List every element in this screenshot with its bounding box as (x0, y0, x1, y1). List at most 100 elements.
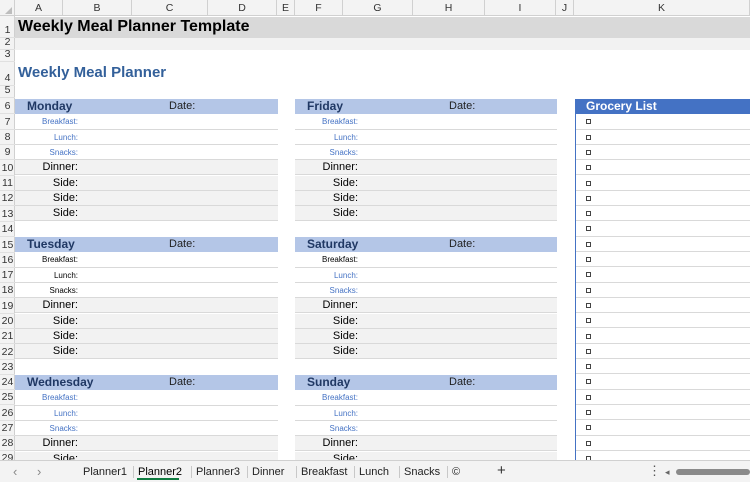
meal-row-breakfast[interactable]: Breakfast: (15, 252, 278, 268)
checkbox-icon[interactable] (586, 134, 591, 140)
chevron-left-icon[interactable]: ‹ (13, 464, 17, 479)
meal-row-side[interactable]: Side: (15, 451, 278, 460)
row-header-3[interactable]: 3 (0, 48, 15, 62)
row-header-11[interactable]: 11 (0, 176, 15, 191)
checkbox-icon[interactable] (586, 394, 591, 400)
column-header-d[interactable]: D (208, 0, 277, 16)
sheet-tab-3[interactable]: Planner3 (196, 465, 240, 479)
grocery-item[interactable] (576, 405, 750, 421)
meal-row-side[interactable]: Side: (15, 175, 278, 191)
checkbox-icon[interactable] (586, 302, 591, 308)
column-header-g[interactable]: G (343, 0, 413, 16)
meal-row-side[interactable]: Side: (295, 313, 557, 329)
select-all-corner[interactable] (0, 0, 15, 16)
row-header-14[interactable]: 14 (0, 222, 15, 237)
checkbox-icon[interactable] (586, 287, 591, 293)
grocery-item[interactable] (576, 390, 750, 405)
row-header-6[interactable]: 6 (0, 98, 15, 114)
meal-row-side[interactable]: Side: (295, 190, 557, 207)
meal-row-snacks[interactable]: Snacks: (295, 145, 557, 161)
checkbox-icon[interactable] (586, 379, 591, 385)
meal-row-side[interactable]: Side: (15, 313, 278, 329)
meal-row-breakfast[interactable]: Breakfast: (295, 252, 557, 268)
meal-row-lunch[interactable]: Lunch: (15, 406, 278, 421)
grocery-item[interactable] (576, 130, 750, 145)
checkbox-icon[interactable] (586, 333, 591, 339)
meal-row-breakfast[interactable]: Breakfast: (295, 390, 557, 406)
grocery-item[interactable] (576, 237, 750, 252)
row-header-27[interactable]: 27 (0, 421, 15, 436)
row-header-1[interactable]: 1 (0, 16, 15, 38)
checkbox-icon[interactable] (586, 348, 591, 354)
meal-row-breakfast[interactable]: Breakfast: (295, 114, 557, 130)
row-header-15[interactable]: 15 (0, 237, 15, 253)
checkbox-icon[interactable] (586, 211, 591, 217)
vertical-ellipsis-icon[interactable]: ⋮ (648, 463, 661, 479)
grocery-item[interactable] (576, 160, 750, 176)
sheet-tab-1[interactable]: Planner1 (83, 465, 127, 479)
meal-row-snacks[interactable]: Snacks: (295, 283, 557, 299)
plus-icon[interactable]: + (497, 462, 506, 479)
row-header-8[interactable]: 8 (0, 130, 15, 145)
row-header-19[interactable]: 19 (0, 298, 15, 314)
meal-row-lunch[interactable]: Lunch: (15, 130, 278, 145)
meal-row-dinner[interactable]: Dinner: (295, 436, 557, 452)
grocery-item[interactable] (576, 436, 750, 451)
sheet-tab-4[interactable]: Dinner (252, 465, 284, 479)
row-header-18[interactable]: 18 (0, 283, 15, 298)
horizontal-scrollbar-thumb[interactable] (676, 469, 750, 475)
meal-row-lunch[interactable]: Lunch: (295, 268, 557, 283)
row-header-22[interactable]: 22 (0, 344, 15, 360)
sheet-tab-5[interactable]: Breakfast (301, 465, 347, 479)
column-header-f[interactable]: F (295, 0, 343, 16)
row-header-28[interactable]: 28 (0, 436, 15, 451)
column-header-h[interactable]: H (413, 0, 485, 16)
row-header-9[interactable]: 9 (0, 145, 15, 160)
grocery-item[interactable] (576, 176, 750, 191)
meal-row-breakfast[interactable]: Breakfast: (15, 114, 278, 130)
row-header-29[interactable]: 29 (0, 451, 15, 460)
grocery-item[interactable] (576, 298, 750, 314)
meal-row-side[interactable]: Side: (295, 328, 557, 345)
meal-row-snacks[interactable]: Snacks: (15, 145, 278, 161)
meal-row-lunch[interactable]: Lunch: (295, 130, 557, 145)
column-header-i[interactable]: I (485, 0, 556, 16)
grocery-item[interactable] (576, 374, 750, 390)
meal-row-side[interactable]: Side: (15, 328, 278, 345)
checkbox-icon[interactable] (586, 257, 591, 262)
grocery-item[interactable] (576, 451, 750, 460)
row-header-5[interactable]: 5 (0, 84, 15, 98)
checkbox-icon[interactable] (586, 425, 591, 431)
row-header-23[interactable]: 23 (0, 360, 15, 375)
checkbox-icon[interactable] (586, 165, 591, 171)
checkbox-icon[interactable] (586, 440, 591, 446)
row-header-12[interactable]: 12 (0, 191, 15, 206)
meal-row-dinner[interactable]: Dinner: (15, 298, 278, 314)
meal-row-snacks[interactable]: Snacks: (295, 421, 557, 437)
row-header-20[interactable]: 20 (0, 314, 15, 329)
scroll-left-icon[interactable]: ◂ (665, 467, 670, 478)
meal-row-snacks[interactable]: Snacks: (15, 421, 278, 437)
meal-row-side[interactable]: Side: (295, 175, 557, 191)
meal-row-dinner[interactable]: Dinner: (295, 298, 557, 314)
checkbox-icon[interactable] (586, 410, 591, 415)
grocery-item[interactable] (576, 313, 750, 329)
row-header-25[interactable]: 25 (0, 390, 15, 405)
meal-row-side[interactable]: Side: (15, 344, 278, 360)
sheet-tab-6[interactable]: Lunch (359, 465, 389, 479)
row-header-10[interactable]: 10 (0, 160, 15, 176)
meal-row-side[interactable]: Side: (15, 190, 278, 207)
sheet-tab-2[interactable]: Planner2 (138, 465, 182, 479)
row-header-13[interactable]: 13 (0, 206, 15, 222)
checkbox-icon[interactable] (586, 119, 591, 125)
spreadsheet-grid[interactable]: ABCDEFGHIJK 1 2 3 4 5 6 7 8 9 10 11 12 13 14 15 16 17 18 1… (0, 0, 750, 460)
checkbox-icon[interactable] (586, 241, 591, 247)
row-header-7[interactable]: 7 (0, 114, 15, 130)
row-header-26[interactable]: 26 (0, 405, 15, 421)
meal-row-snacks[interactable]: Snacks: (15, 283, 278, 299)
meal-row-lunch[interactable]: Lunch: (295, 406, 557, 421)
checkbox-icon[interactable] (586, 149, 591, 155)
sheet-tab-8[interactable]: © (452, 465, 460, 479)
meal-row-lunch[interactable]: Lunch: (15, 268, 278, 283)
column-header-j[interactable]: J (556, 0, 574, 16)
